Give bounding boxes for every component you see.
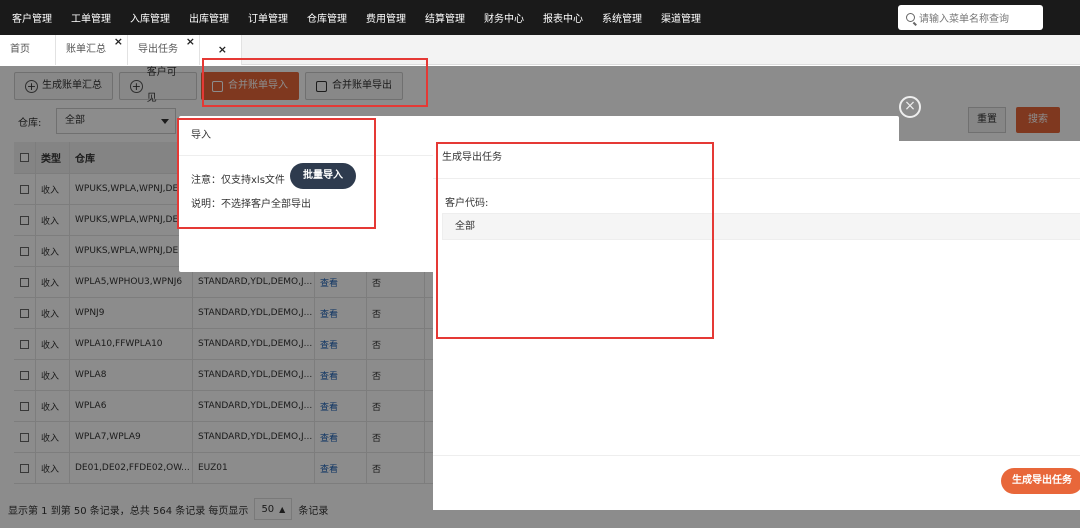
menu-item-inbound[interactable]: 入库管理 xyxy=(130,10,170,25)
menu-item-outbound[interactable]: 出库管理 xyxy=(189,10,229,25)
batch-import-button[interactable]: 批量导入 xyxy=(290,163,356,189)
menu-item-finance[interactable]: 财务中心 xyxy=(484,10,524,25)
menu-search-placeholder: 请输入菜单名称查询 xyxy=(919,14,1009,25)
tab-home[interactable]: 首页 xyxy=(0,35,56,65)
menu-item-settlement[interactable]: 结算管理 xyxy=(425,10,465,25)
menu-item-warehouse[interactable]: 仓库管理 xyxy=(307,10,347,25)
menu-search-input[interactable]: 请输入菜单名称查询 xyxy=(898,5,1043,30)
menu-item-customer[interactable]: 客户管理 xyxy=(12,10,52,25)
import-note: 注意：仅支持xls文件 xyxy=(191,175,285,186)
export-dialog-title: 生成导出任务 xyxy=(433,141,1080,179)
menu-item-channel[interactable]: 渠道管理 xyxy=(661,10,701,25)
menu-item-order[interactable]: 订单管理 xyxy=(248,10,288,25)
close-icon[interactable]: × xyxy=(114,27,123,57)
close-icon[interactable]: × xyxy=(899,96,921,118)
menu-item-fees[interactable]: 费用管理 xyxy=(366,10,406,25)
close-icon[interactable]: × xyxy=(186,27,195,57)
search-icon xyxy=(906,13,915,22)
menu-item-workorder[interactable]: 工单管理 xyxy=(71,10,111,25)
menu-item-system[interactable]: 系统管理 xyxy=(602,10,642,25)
export-task-dialog: 生成导出任务 客户代码: 全部 xyxy=(433,141,1080,510)
customer-code-label: 客户代码: xyxy=(445,198,489,209)
tab-bill-summary[interactable]: 账单汇总 × xyxy=(56,35,128,65)
customer-code-value: 全部 xyxy=(455,221,475,232)
customer-code-select[interactable]: 全部 xyxy=(442,213,1080,240)
close-icon[interactable]: × xyxy=(218,35,227,65)
menu-item-reports[interactable]: 报表中心 xyxy=(543,10,583,25)
tab-home-label: 首页 xyxy=(10,44,30,55)
import-description: 说明：不选择客户全部导出 xyxy=(191,199,311,210)
tab-bill-summary-label: 账单汇总 xyxy=(66,44,106,55)
divider xyxy=(433,455,1080,456)
top-navigation: 客户管理 工单管理 入库管理 出库管理 订单管理 仓库管理 费用管理 结算管理 … xyxy=(0,0,1080,35)
generate-export-task-button[interactable]: 生成导出任务 xyxy=(1001,468,1080,494)
tab-blank[interactable]: × xyxy=(200,35,242,65)
main-menu: 客户管理 工单管理 入库管理 出库管理 订单管理 仓库管理 费用管理 结算管理 … xyxy=(0,10,720,25)
tab-export-tasks-label: 导出任务 xyxy=(138,44,178,55)
